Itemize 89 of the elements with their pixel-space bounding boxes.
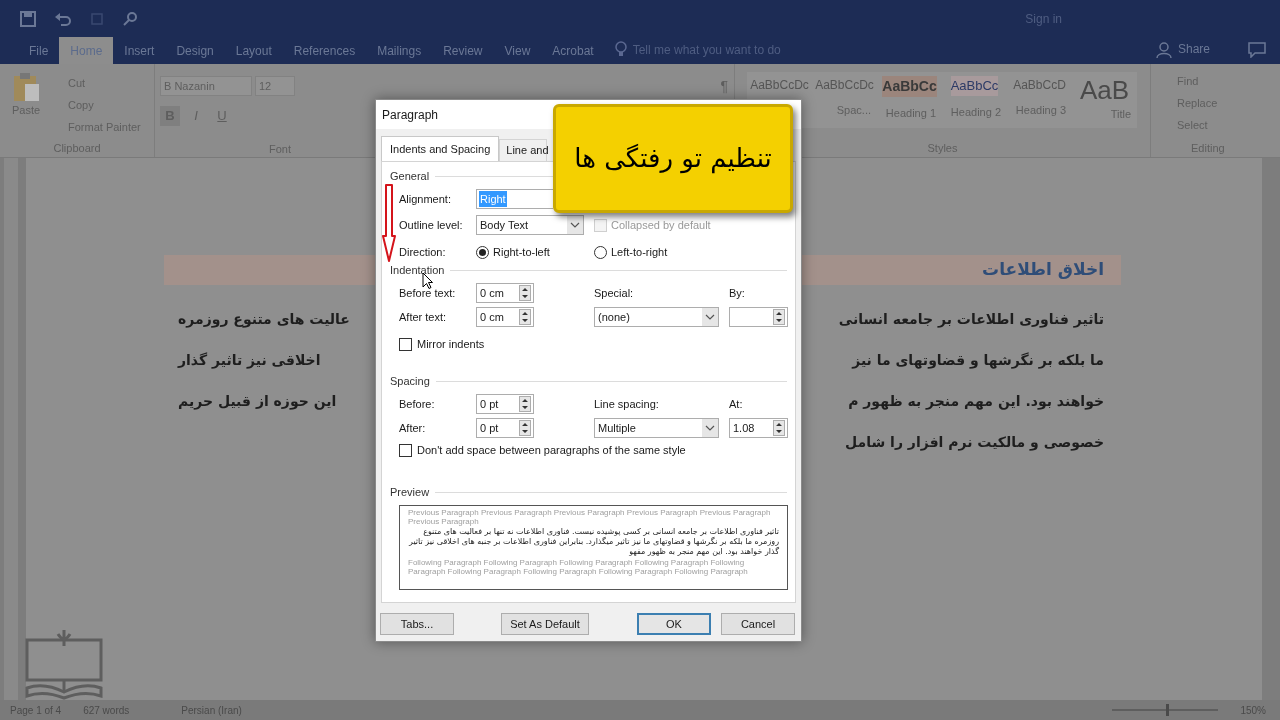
checkbox-label: Collapsed by default <box>611 217 711 233</box>
alignment-dropdown[interactable]: Right <box>476 189 553 209</box>
paragraph-text: عالیت های متنوع روزمره <box>178 310 350 330</box>
checkbox-label: Mirror indents <box>417 336 485 352</box>
dialog-tab[interactable]: Indents and Spacing <box>381 136 500 161</box>
down-arrow-icon <box>382 184 396 262</box>
field-label: Special: <box>594 285 635 301</box>
preview-text: Previous Paragraph Previous Paragraph Previous Paragraph Previous Paragraph Previous Paragraph Previous Paragraph <box>408 508 772 526</box>
paragraph-text: این حوزه از قبیل حریم <box>178 392 337 412</box>
spinner-arrows-icon[interactable] <box>519 285 531 301</box>
field-label: Before: <box>399 396 436 412</box>
style-sample[interactable]: AaBbCcDc <box>750 76 809 94</box>
dialog-title: Paragraph <box>382 106 439 124</box>
paragraph-text: ما بلکه بر نگرشها و قضاوتهای ما نیز <box>852 351 1104 371</box>
save-icon[interactable] <box>20 10 36 27</box>
checkbox[interactable] <box>399 443 412 457</box>
dialog-button[interactable]: Set As Default <box>501 613 589 635</box>
field-label: Outline level: <box>399 217 464 233</box>
chevron-down-icon[interactable] <box>567 216 583 234</box>
ribbon-tab[interactable]: Review <box>432 37 494 64</box>
dialog-button[interactable]: OK <box>637 613 711 635</box>
dialog-button[interactable]: Cancel <box>721 613 795 635</box>
paragraph-mark-button[interactable]: ¶ <box>720 76 728 94</box>
spinner-arrows-icon[interactable] <box>773 420 785 436</box>
ribbon-tab[interactable]: File <box>18 37 60 64</box>
search-icon[interactable] <box>122 10 138 27</box>
section-heading: Spacing <box>390 373 430 389</box>
field-label: After: <box>399 420 427 436</box>
field-label: After text: <box>399 309 448 325</box>
before-text-spinner[interactable]: 0 cm <box>476 283 534 303</box>
field-label: By: <box>729 285 746 301</box>
field-label: Line spacing: <box>594 396 660 412</box>
callout-text: تنظیم تو رفتگی ها <box>574 142 772 176</box>
ribbon-tab[interactable]: Insert <box>113 37 166 64</box>
section-heading: General <box>390 168 430 184</box>
field-label: At: <box>729 396 744 412</box>
radio-button[interactable] <box>594 245 607 259</box>
radio-button[interactable] <box>476 245 489 259</box>
style-sample[interactable]: AaB <box>1079 76 1130 104</box>
style-sample[interactable]: AaBbCcDc <box>815 76 874 94</box>
ribbon-tab[interactable]: Mailings <box>366 37 433 64</box>
dialog-tab[interactable]: Line and <box>499 139 548 161</box>
zoom-slider-thumb[interactable] <box>1165 704 1169 716</box>
dialog-button[interactable]: Tabs... <box>380 613 454 635</box>
preview-text: تاثیر فناوری اطلاعات بر جامعه انسانی بر کسی پوشیده نیست. فناوری اطلاعات نه تنها بر فعالیت های متنوع روزمره ما بلکه بر نگرشها و قضاوتهای ما نیز تاثیر میگذارد. بنابراین فناوری اطلاعات بر جنبه های اخلاقی نیز تاثیر گذار خواهند بود. این مهم منجر به ظهور مفهو <box>408 527 779 557</box>
outline-level-dropdown[interactable]: Body Text <box>476 215 584 235</box>
ribbon-tab[interactable]: Layout <box>224 37 283 64</box>
paragraph-text: تاثیر فناوری اطلاعات بر جامعه انسانی <box>838 310 1104 330</box>
radio-label: Right-to-left <box>493 244 550 260</box>
mouse-pointer-icon <box>422 272 433 289</box>
section-heading: Preview <box>390 484 430 500</box>
field-label: Alignment: <box>399 191 452 207</box>
spinner-arrows-icon[interactable] <box>773 309 785 325</box>
style-sample[interactable]: AaBbCcD <box>1013 76 1066 94</box>
style-sample[interactable]: AaBbCc <box>882 76 937 97</box>
checkbox-label: Don't add space between paragraphs of the same style <box>417 442 686 458</box>
spinner-arrows-icon[interactable] <box>519 420 531 436</box>
special-dropdown[interactable]: (none) <box>594 307 719 327</box>
line-spacing-dropdown[interactable]: Multiple <box>594 418 719 438</box>
after-text-spinner[interactable]: 0 cm <box>476 307 534 327</box>
spacing-after-spinner[interactable]: 0 pt <box>476 418 534 438</box>
document-heading: اخلاق اطلاعات <box>982 258 1104 282</box>
ribbon-tab[interactable]: References <box>282 37 367 64</box>
style-sample[interactable]: AaBbCc <box>950 76 999 96</box>
chevron-down-icon[interactable] <box>702 308 718 326</box>
ribbon-tab[interactable]: View <box>493 37 542 64</box>
checkbox[interactable] <box>399 337 412 351</box>
at-spinner[interactable]: 1.08 <box>729 418 788 438</box>
radio-label: Left-to-right <box>611 244 668 260</box>
undo-icon[interactable] <box>54 10 72 27</box>
clipboard-icon <box>11 72 41 102</box>
lightbulb-icon <box>614 41 627 57</box>
chevron-down-icon[interactable] <box>702 419 718 437</box>
preview-text: Following Paragraph Following Paragraph Following Paragraph Following Paragraph Following Paragraph Following Paragraph Following Paragraph Following Paragraph Following Paragraph <box>408 558 749 576</box>
ribbon-tab[interactable]: Design <box>165 37 225 64</box>
person-icon <box>1155 42 1172 58</box>
spinner-arrows-icon[interactable] <box>519 396 531 412</box>
spinner-arrows-icon[interactable] <box>519 309 531 325</box>
paragraph-text: خواهند بود. این مهم منجر به ظهور م <box>848 392 1104 412</box>
ribbon-tab[interactable]: Acrobat <box>541 37 605 64</box>
section-heading: Indentation <box>390 262 445 278</box>
field-label: Before text: <box>399 285 457 301</box>
paragraph-text: خصوصی و مالکیت نرم افزار را شامل <box>845 433 1104 453</box>
spacing-before-spinner[interactable]: 0 pt <box>476 394 534 414</box>
paragraph-text: اخلاقی نیز تاثیر گذار <box>178 351 321 371</box>
field-label: Direction: <box>399 244 447 260</box>
zoom-slider[interactable] <box>1112 704 1219 716</box>
share-button[interactable]: Share <box>1177 40 1210 58</box>
comment-icon[interactable] <box>1248 42 1266 58</box>
